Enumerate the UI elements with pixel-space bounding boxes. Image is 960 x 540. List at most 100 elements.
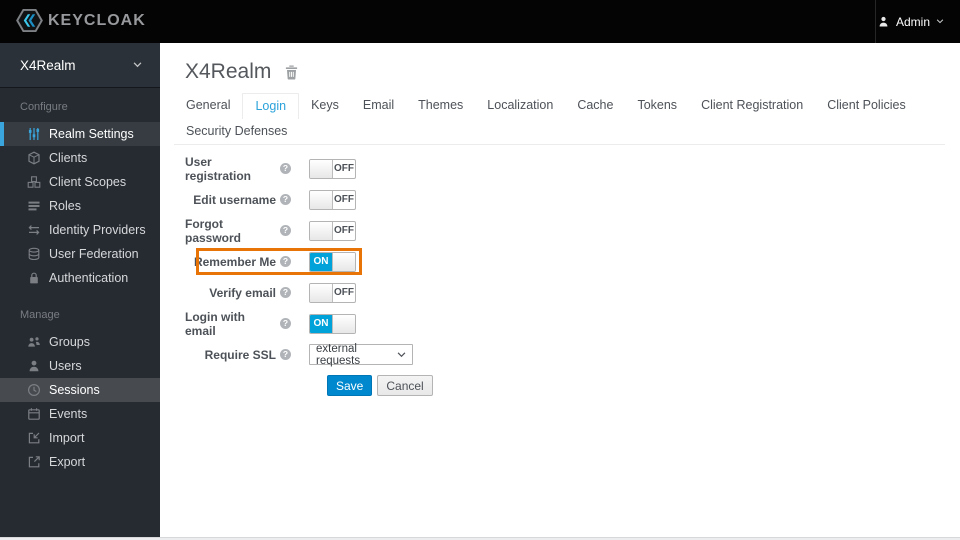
sidebar-item-label: Roles: [49, 199, 81, 213]
save-button[interactable]: Save: [327, 375, 373, 396]
tab-client-registration[interactable]: Client Registration: [689, 93, 815, 119]
group-icon: [27, 335, 41, 349]
sidebar-section-manage: Manage: [20, 309, 60, 321]
toggle-knob: [332, 252, 355, 271]
tab-cache[interactable]: Cache: [565, 93, 625, 119]
main-content: X4Realm General Login Keys Email Themes …: [160, 43, 960, 537]
login-with-email-toggle[interactable]: ON: [309, 313, 356, 334]
calendar-icon: [27, 407, 41, 421]
sidebar-item-users[interactable]: Users: [0, 354, 160, 378]
sidebar-item-authentication[interactable]: Authentication: [0, 266, 160, 290]
cancel-button[interactable]: Cancel: [377, 375, 433, 396]
sidebar-item-groups[interactable]: Groups: [0, 330, 160, 354]
sidebar-item-events[interactable]: Events: [0, 402, 160, 426]
exchange-arrows-icon: [27, 223, 41, 237]
header-divider: [875, 0, 876, 43]
remember-me-toggle[interactable]: ON: [309, 251, 356, 272]
form-row-login-with-email: Login with email ? ON: [185, 308, 960, 339]
cube-icon: [27, 151, 41, 165]
question-circle-icon[interactable]: ?: [280, 287, 291, 298]
sidebar-item-label: Client Scopes: [49, 175, 127, 189]
tab-keys[interactable]: Keys: [299, 93, 351, 119]
admin-user-menu[interactable]: Admin: [877, 0, 944, 43]
chevron-down-icon: [133, 62, 142, 68]
question-circle-icon[interactable]: ?: [280, 225, 291, 236]
question-circle-icon[interactable]: ?: [280, 194, 291, 205]
realm-selector[interactable]: X4Realm: [0, 43, 160, 88]
tab-tokens[interactable]: Tokens: [625, 93, 689, 119]
sliders-icon: [27, 127, 41, 141]
forgot-password-toggle[interactable]: OFF: [309, 220, 356, 241]
user-icon: [27, 359, 41, 373]
toggle-knob: [310, 221, 333, 240]
question-circle-icon[interactable]: ?: [280, 256, 291, 267]
form-row-remember-me: Remember Me ? ON: [185, 246, 960, 277]
form-row-require-ssl: Require SSL ? external requests: [185, 339, 960, 370]
realm-selector-label: X4Realm: [20, 57, 76, 73]
form-row-verify-email: Verify email ? OFF: [185, 277, 960, 308]
sidebar-item-realm-settings[interactable]: Realm Settings: [0, 122, 160, 146]
brand-text: KEYCLOAK: [48, 11, 146, 29]
sidebar-item-label: User Federation: [49, 247, 139, 261]
field-label: Edit username ?: [185, 193, 291, 207]
admin-label: Admin: [895, 14, 930, 29]
sidebar-item-label: Users: [49, 359, 82, 373]
require-ssl-value: external requests: [316, 342, 361, 367]
edit-username-toggle[interactable]: OFF: [309, 189, 356, 210]
toggle-knob: [310, 190, 333, 209]
sidebar-item-label: Authentication: [49, 271, 129, 285]
chevron-down-icon: [936, 19, 944, 24]
clock-icon: [27, 383, 41, 397]
keycloak-logo-icon: [16, 9, 43, 32]
tab-login[interactable]: Login: [242, 93, 300, 119]
sidebar-item-export[interactable]: Export: [0, 450, 160, 474]
realm-tabs: General Login Keys Email Themes Localiza…: [174, 93, 945, 145]
form-row-forgot-password: Forgot password ? OFF: [185, 215, 960, 246]
field-label: Verify email ?: [185, 286, 291, 300]
tab-client-policies[interactable]: Client Policies: [815, 93, 918, 119]
user-icon: [877, 15, 890, 28]
trash-icon[interactable]: [284, 64, 299, 81]
sidebar-item-sessions[interactable]: Sessions: [0, 378, 160, 402]
sidebar-item-label: Import: [49, 431, 85, 445]
database-icon: [27, 247, 41, 261]
form-row-user-registration: User registration ? OFF: [185, 153, 960, 184]
sidebar-section-configure: Configure: [20, 101, 68, 113]
field-label: Remember Me ?: [185, 255, 291, 269]
export-icon: [27, 455, 41, 469]
user-registration-toggle[interactable]: OFF: [309, 158, 356, 179]
lock-icon: [27, 271, 41, 285]
question-circle-icon[interactable]: ?: [280, 318, 291, 329]
toggle-knob: [310, 159, 333, 178]
keycloak-admin-console: KEYCLOAK Admin X4Realm Configure Realm S…: [0, 0, 960, 540]
top-navbar: KEYCLOAK Admin: [0, 0, 960, 43]
sidebar-item-label: Identity Providers: [49, 223, 146, 237]
sidebar-item-clients[interactable]: Clients: [0, 146, 160, 170]
field-label: Login with email ?: [185, 310, 291, 338]
sidebar-item-client-scopes[interactable]: Client Scopes: [0, 170, 160, 194]
question-circle-icon[interactable]: ?: [280, 163, 291, 174]
sidebar-item-roles[interactable]: Roles: [0, 194, 160, 218]
sidebar-item-label: Groups: [49, 335, 90, 349]
keycloak-logo[interactable]: KEYCLOAK: [16, 9, 146, 32]
tab-email[interactable]: Email: [351, 93, 406, 119]
require-ssl-select[interactable]: external requests: [309, 342, 413, 367]
field-label: Forgot password ?: [185, 217, 291, 245]
sidebar-item-import[interactable]: Import: [0, 426, 160, 450]
field-label: Require SSL ?: [185, 348, 291, 362]
question-circle-icon[interactable]: ?: [280, 349, 291, 360]
tab-security-defenses[interactable]: Security Defenses: [174, 119, 299, 144]
tab-themes[interactable]: Themes: [406, 93, 475, 119]
sidebar-item-identity-providers[interactable]: Identity Providers: [0, 218, 160, 242]
sidebar-item-label: Realm Settings: [49, 127, 134, 141]
verify-email-toggle[interactable]: OFF: [309, 282, 356, 303]
toggle-knob: [332, 314, 355, 333]
form-row-edit-username: Edit username ? OFF: [185, 184, 960, 215]
import-icon: [27, 431, 41, 445]
toggle-knob: [310, 283, 333, 302]
tab-general[interactable]: General: [174, 93, 242, 119]
tab-localization[interactable]: Localization: [475, 93, 565, 119]
sidebar-item-label: Events: [49, 407, 88, 421]
sidebar-item-user-federation[interactable]: User Federation: [0, 242, 160, 266]
form-buttons: Save Cancel: [309, 370, 960, 401]
